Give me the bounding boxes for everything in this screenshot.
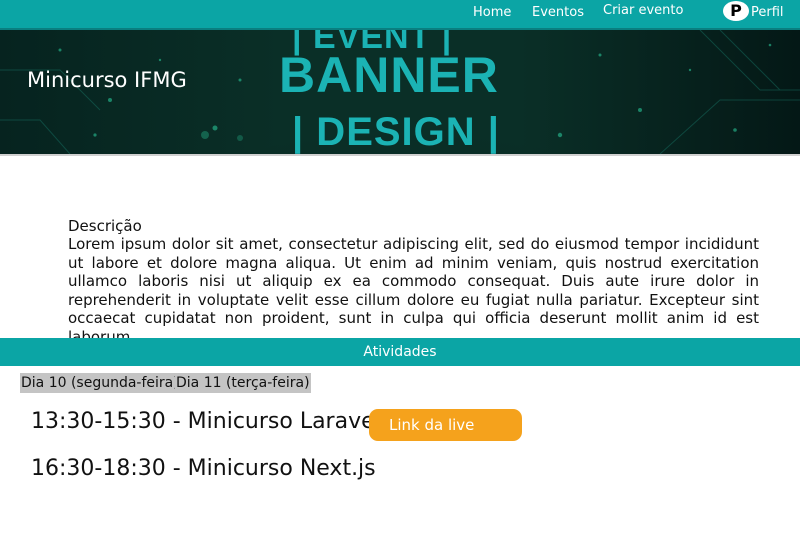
tab-day-11[interactable]: Dia 11 (terça-feira) xyxy=(175,373,311,393)
description-body: Lorem ipsum dolor sit amet, consectetur … xyxy=(68,235,759,346)
event-title: Minicurso IFMG xyxy=(27,68,187,92)
top-navbar: Home Eventos Criar evento P Perfil xyxy=(0,0,800,30)
banner-art-design-text: | DESIGN | xyxy=(292,110,500,154)
event-banner: | EVENT | BANNER | DESIGN | Minicurso IF… xyxy=(0,30,800,154)
activities-header: Atividades xyxy=(0,338,800,366)
description-heading: Descrição xyxy=(68,217,142,235)
avatar[interactable]: P xyxy=(723,1,749,21)
nav-eventos-link[interactable]: Eventos xyxy=(532,5,584,20)
session-nextjs: 16:30-18:30 - Minicurso Next.js xyxy=(31,456,376,481)
live-link-button[interactable]: Link da live xyxy=(369,409,522,441)
nav-criar-evento-link[interactable]: Criar evento xyxy=(603,3,683,18)
banner-art-banner-text: BANNER xyxy=(279,47,499,103)
nav-perfil-link[interactable]: Perfil xyxy=(751,5,784,20)
nav-home-link[interactable]: Home xyxy=(473,5,511,20)
session-laravel: 13:30-15:30 - Minicurso Laravel xyxy=(31,409,381,434)
banner-divider xyxy=(0,154,800,156)
tab-day-10[interactable]: Dia 10 (segunda-feira) xyxy=(20,373,180,393)
